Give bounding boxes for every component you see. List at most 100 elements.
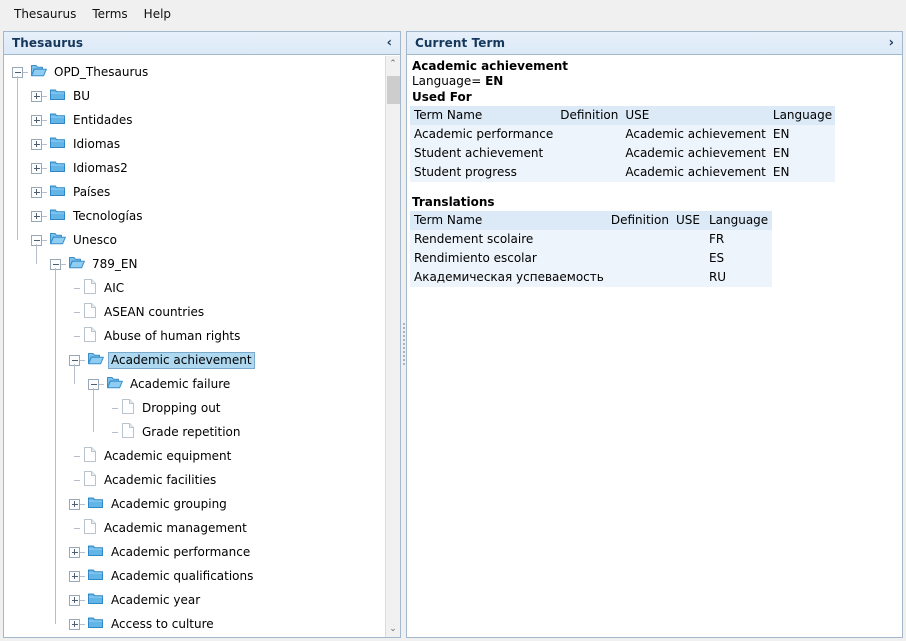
tree-connector: [80, 599, 85, 601]
tree-node[interactable]: Dropping out: [4, 396, 386, 420]
table-row[interactable]: Академическая успеваемость RU: [410, 268, 772, 287]
tree-expand-icon[interactable]: [31, 114, 42, 126]
tree-guide-line: [93, 388, 94, 432]
folder-open-icon: [88, 352, 104, 368]
tree-connector: [23, 71, 28, 73]
tree-node-label: Países: [73, 184, 111, 199]
current-term-name: Academic achievement: [412, 59, 569, 73]
tree-expand-icon[interactable]: [69, 498, 80, 510]
application-window: Thesaurus Terms Help Thesaurus ‹ OPD_The…: [0, 0, 906, 641]
tree-node-label: 789_EN: [92, 256, 138, 271]
column-header[interactable]: Language: [704, 211, 772, 230]
tree-node[interactable]: BU: [4, 84, 386, 108]
folder-closed-icon: [50, 112, 66, 128]
tree-node-label: Entidades: [73, 112, 133, 127]
column-header[interactable]: Term Name: [410, 211, 607, 230]
scrollbar-thumb[interactable]: [387, 76, 400, 104]
folder-closed-icon: [50, 208, 66, 224]
tree-node[interactable]: Academic grouping: [4, 492, 386, 516]
thesaurus-tree[interactable]: OPD_Thesaurus BU Entidades Idiomas Idiomas2 P…: [4, 56, 386, 636]
column-header[interactable]: USE: [621, 106, 769, 125]
tree-node[interactable]: 789_EN: [4, 252, 386, 276]
tree-node[interactable]: Academic management: [4, 516, 386, 540]
tree-node[interactable]: Access to culture: [4, 612, 386, 636]
tree-node[interactable]: Abuse of human rights: [4, 324, 386, 348]
tree-node[interactable]: Academic failure: [4, 372, 386, 396]
table-row[interactable]: Academic performance Academic achievement…: [410, 125, 836, 144]
current-term-panel: Current Term › Academic achievement Lang…: [406, 31, 903, 638]
tree-node[interactable]: Países: [4, 180, 386, 204]
translations-heading: Translations: [412, 195, 495, 209]
tree-node[interactable]: Academic equipment: [4, 444, 386, 468]
tree-expand-icon[interactable]: [69, 618, 80, 630]
tree-connector: [42, 239, 47, 241]
tree-node[interactable]: Academic qualifications: [4, 564, 386, 588]
tree-expand-icon[interactable]: [69, 594, 80, 606]
tree-connector: [74, 335, 80, 337]
menu-terms[interactable]: Terms: [84, 4, 135, 24]
tree-node-label: Academic performance: [111, 544, 251, 559]
column-header[interactable]: Definition: [556, 106, 622, 125]
menu-thesaurus[interactable]: Thesaurus: [6, 4, 84, 24]
tree-node[interactable]: Idiomas: [4, 132, 386, 156]
tree-expand-icon[interactable]: [31, 90, 42, 102]
document-icon: [83, 447, 97, 465]
column-header[interactable]: Language: [768, 106, 836, 125]
tree-node-label: Academic facilities: [104, 472, 217, 487]
tree-expand-icon[interactable]: [31, 210, 42, 222]
chevron-left-icon[interactable]: ‹: [387, 37, 392, 50]
tree-connector: [74, 479, 80, 481]
tree-guide-line: [17, 76, 18, 240]
column-header[interactable]: Definition: [606, 211, 672, 230]
tree-connector: [112, 431, 118, 433]
column-header[interactable]: USE: [671, 211, 705, 230]
tree-vertical-scrollbar[interactable]: ⌃ ⌄: [385, 56, 400, 637]
tree-connector: [112, 407, 118, 409]
tree-expand-icon[interactable]: [31, 138, 42, 150]
folder-closed-icon: [88, 592, 104, 608]
scroll-down-arrow-icon[interactable]: ⌄: [386, 621, 400, 637]
tree-viewport[interactable]: OPD_Thesaurus BU Entidades Idiomas Idiomas2 P…: [4, 56, 400, 637]
tree-node[interactable]: Academic facilities: [4, 468, 386, 492]
tree-node[interactable]: Unesco: [4, 228, 386, 252]
tree-node[interactable]: OPD_Thesaurus: [4, 60, 386, 84]
table-cell: [556, 163, 622, 182]
table-cell: Rendimiento escolar: [410, 249, 607, 268]
table-row[interactable]: Student achievement Academic achievement E…: [410, 144, 836, 163]
menu-help[interactable]: Help: [136, 4, 179, 24]
scroll-up-arrow-icon[interactable]: ⌃: [386, 56, 400, 72]
folder-open-icon: [31, 64, 47, 80]
table-cell: Rendement scolaire: [410, 230, 607, 249]
column-header[interactable]: Term Name: [410, 106, 557, 125]
splitter-grip[interactable]: [403, 323, 405, 367]
tree-node[interactable]: Entidades: [4, 108, 386, 132]
tree-connector: [42, 95, 47, 97]
tree-node[interactable]: ASEAN countries: [4, 300, 386, 324]
translations-table[interactable]: Term Name Definition USE Language Rendement …: [410, 211, 772, 287]
tree-node[interactable]: Academic achievement: [4, 348, 386, 372]
tree-node[interactable]: Tecnologías: [4, 204, 386, 228]
table-row[interactable]: Student progress Academic achievement EN: [410, 163, 836, 182]
document-icon: [83, 303, 97, 321]
tree-node[interactable]: Academic year: [4, 588, 386, 612]
tree-node[interactable]: Grade repetition: [4, 420, 386, 444]
tree-node[interactable]: Academic performance: [4, 540, 386, 564]
table-row[interactable]: Rendimiento escolar ES: [410, 249, 772, 268]
tree-expand-icon[interactable]: [31, 162, 42, 174]
table-header-row: Term Name Definition USE Language: [410, 211, 772, 230]
chevron-right-icon[interactable]: ›: [889, 37, 894, 50]
used-for-table[interactable]: Term Name Definition USE Language Academic p…: [410, 106, 836, 182]
tree-connector: [99, 383, 104, 385]
tree-expand-icon[interactable]: [31, 186, 42, 198]
current-term-language: Language= EN: [410, 74, 902, 89]
tree-node[interactable]: Idiomas2: [4, 156, 386, 180]
tree-expand-icon[interactable]: [69, 570, 80, 582]
table-cell: FR: [704, 230, 772, 249]
tree-expand-icon[interactable]: [69, 546, 80, 558]
tree-node[interactable]: AIC: [4, 276, 386, 300]
table-cell: Academic performance: [410, 125, 557, 144]
table-row[interactable]: Rendement scolaire FR: [410, 230, 772, 249]
table-cell: Academic achievement: [621, 144, 769, 163]
table-cell: [556, 125, 622, 144]
